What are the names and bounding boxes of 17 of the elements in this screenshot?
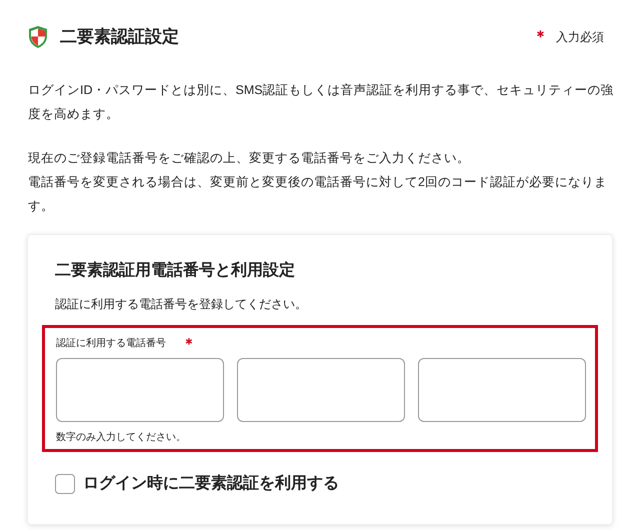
page-title: 二要素認証設定 bbox=[60, 26, 179, 48]
phone-label: 認証に利用する電話番号 bbox=[56, 336, 166, 350]
checkbox[interactable] bbox=[55, 474, 75, 494]
required-mark: ＊ bbox=[533, 26, 548, 46]
intro-paragraph: ログインID・パスワードとは別に、SMS認証もしくは音声認証を利用する事で、セキュリティーの強度を高めます。 bbox=[28, 82, 615, 122]
intro-paragraph: 電話番号を変更される場合は、変更前と変更後の電話番号に対して2回のコード認証が必要になります。 bbox=[28, 174, 608, 214]
card-title: 二要素認証用電話番号と利用設定 bbox=[55, 260, 296, 280]
intro-paragraph: 現在のご登録電話番号をご確認の上、変更する電話番号をご入力ください。 bbox=[28, 150, 471, 166]
card-description: 認証に利用する電話番号を登録してください。 bbox=[55, 296, 308, 312]
phone-input[interactable] bbox=[56, 358, 224, 422]
required-label: 入力必須 bbox=[556, 28, 604, 46]
input-hint: 数字のみ入力してください。 bbox=[56, 430, 187, 444]
phone-input[interactable] bbox=[237, 358, 405, 422]
required-mark: ＊ bbox=[182, 334, 196, 352]
shield-icon bbox=[28, 24, 48, 49]
checkbox-label: ログイン時に二要素認証を利用する bbox=[83, 473, 339, 494]
phone-input[interactable] bbox=[418, 358, 586, 422]
